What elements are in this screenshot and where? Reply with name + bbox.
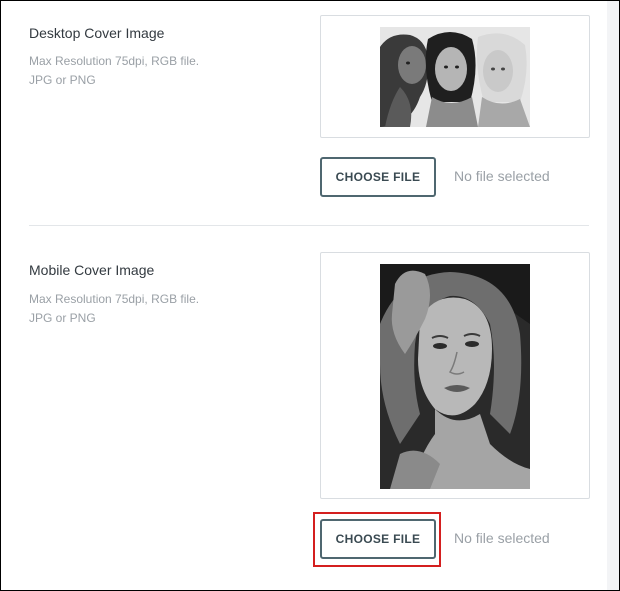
desktop-choose-file-button[interactable]: CHOOSE FILE (320, 157, 436, 197)
desktop-desc-line1: Max Resolution 75dpi, RGB file. (29, 54, 200, 68)
mobile-cover-title: Mobile Cover Image (29, 262, 155, 278)
mobile-choose-file-button[interactable]: CHOOSE FILE (320, 519, 436, 559)
mobile-file-status: No file selected (454, 530, 550, 546)
desktop-cover-description: Max Resolution 75dpi, RGB file. JPG or P… (29, 52, 269, 90)
scroll-gutter (607, 1, 619, 590)
mobile-image-preview (320, 252, 590, 499)
mobile-desc-line2: JPG or PNG (29, 311, 96, 325)
settings-panel: Desktop Cover Image Max Resolution 75dpi… (0, 0, 620, 591)
desktop-cover-photo (380, 27, 530, 127)
section-divider (29, 225, 589, 226)
mobile-desc-line1: Max Resolution 75dpi, RGB file. (29, 292, 200, 306)
mobile-cover-description: Max Resolution 75dpi, RGB file. JPG or P… (29, 290, 269, 328)
desktop-file-status: No file selected (454, 168, 550, 184)
mobile-cover-photo (380, 264, 530, 489)
desktop-cover-title: Desktop Cover Image (29, 25, 165, 41)
desktop-desc-line2: JPG or PNG (29, 73, 96, 87)
desktop-image-preview (320, 15, 590, 138)
